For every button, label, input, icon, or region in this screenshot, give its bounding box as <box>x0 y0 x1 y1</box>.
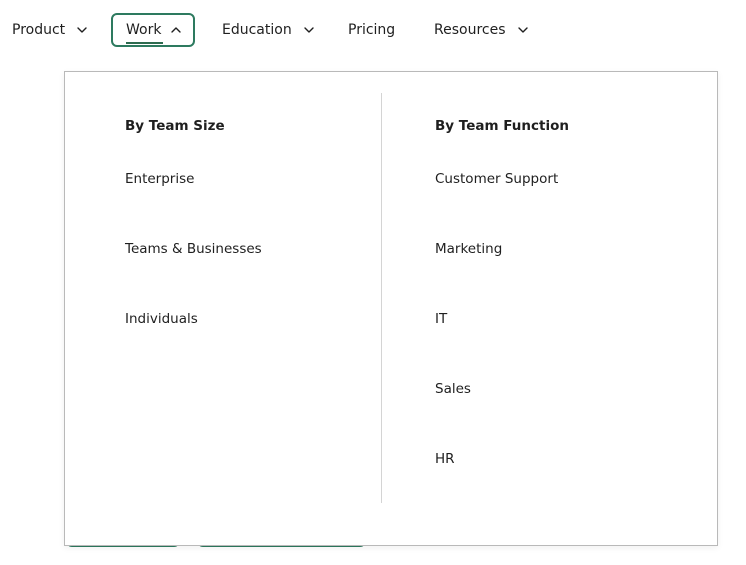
menu-link-individuals[interactable]: Individuals <box>125 311 198 327</box>
chevron-down-icon <box>75 23 89 37</box>
nav-item-label: Product <box>12 22 66 38</box>
column-divider <box>381 93 382 503</box>
nav-item-label: Resources <box>434 22 506 38</box>
menu-link-customer-support[interactable]: Customer Support <box>435 171 558 187</box>
work-dropdown-menu: By Team Size Enterprise Teams & Business… <box>64 71 718 546</box>
column-heading: By Team Size <box>125 118 225 134</box>
chevron-down-icon <box>302 23 316 37</box>
menu-link-marketing[interactable]: Marketing <box>435 241 502 257</box>
chevron-up-icon <box>169 23 183 37</box>
menu-link-hr[interactable]: HR <box>435 451 455 467</box>
column-heading: By Team Function <box>435 118 569 134</box>
nav-item-label: Pricing <box>348 22 396 38</box>
top-navigation: Product Work Education Pricing Resources <box>0 0 746 62</box>
nav-item-resources[interactable]: Resources <box>434 13 530 47</box>
menu-link-it[interactable]: IT <box>435 311 447 327</box>
nav-item-product[interactable]: Product <box>12 13 89 47</box>
menu-link-enterprise[interactable]: Enterprise <box>125 171 194 187</box>
nav-item-label: Education <box>222 22 292 38</box>
nav-item-label: Work <box>126 22 164 44</box>
nav-item-pricing[interactable]: Pricing <box>348 13 395 47</box>
menu-link-sales[interactable]: Sales <box>435 381 471 397</box>
nav-item-education[interactable]: Education <box>222 13 316 47</box>
menu-link-teams-businesses[interactable]: Teams & Businesses <box>125 241 262 257</box>
chevron-down-icon <box>516 23 530 37</box>
nav-item-work[interactable]: Work <box>111 13 195 47</box>
